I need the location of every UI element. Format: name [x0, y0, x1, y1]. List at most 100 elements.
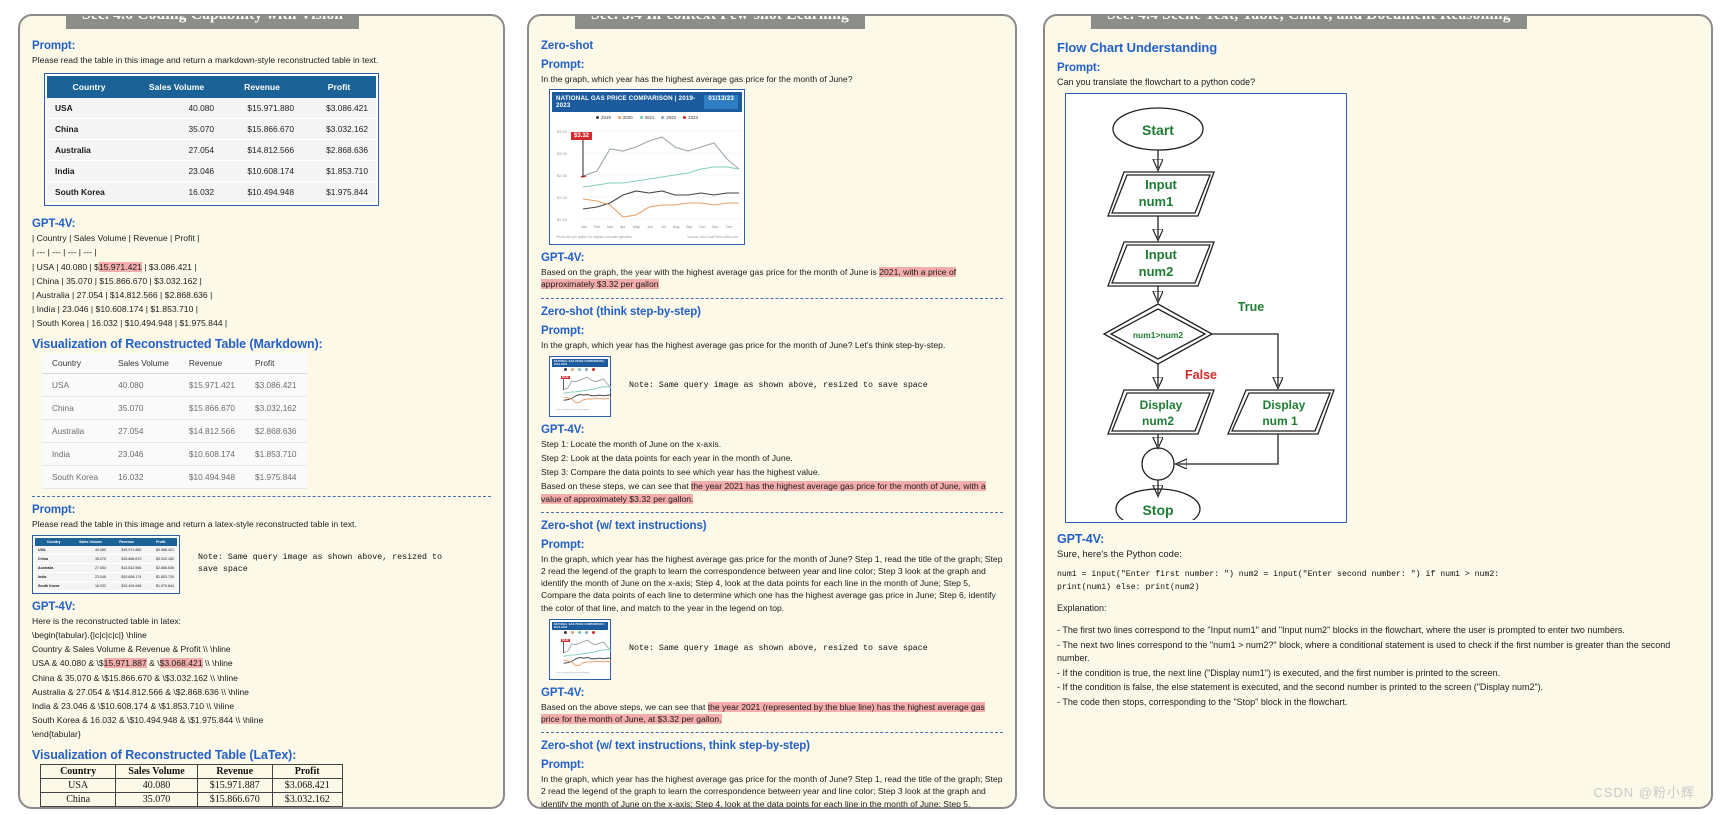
cell: $3.032.162: [144, 554, 177, 564]
cell: $15.971.880: [109, 545, 145, 555]
panel-title-middle: Sec. 3.4 In-context Few-shot Learning: [575, 16, 865, 29]
table-row: Australia 27.054 $14.812.566 $2.868.636: [35, 563, 177, 573]
latex-line-4-mid: & \: [146, 658, 160, 669]
panel-body-left: Prompt: Please read the table in this im…: [32, 40, 491, 807]
svg-text:Jan: Jan: [581, 225, 587, 229]
gpt4v-label-right: GPT-4V:: [1057, 531, 1105, 546]
cell: $14.812.566: [109, 563, 145, 573]
svg-text:Jul: Jul: [661, 225, 666, 229]
section-divider: [32, 495, 491, 497]
viz-markdown-label: Visualization of Reconstructed Table (Ma…: [32, 336, 323, 351]
resized-query-row: Country Sales Volume Revenue Profit USA …: [32, 534, 491, 594]
answer-s3: Based on the above steps, we can see tha…: [541, 701, 1003, 725]
explanation-item-5: - The code then stops, corresponding to …: [1057, 696, 1348, 707]
gpt4v-label-s3: GPT-4V:: [541, 686, 585, 699]
table-header-row: Country Sales Volume Revenue Profit: [47, 76, 376, 99]
col-sales-volume: Sales Volume: [131, 76, 223, 99]
svg-text:False: False: [1185, 368, 1217, 382]
md-line-5: | Australia | 27.054 | $14.812.566 | $2.…: [32, 290, 213, 301]
cell: $15.971.880: [222, 98, 302, 120]
cell: $15.866.670: [196, 791, 273, 807]
legend-2020: 2020: [617, 115, 633, 120]
cell: 27.054: [115, 805, 198, 807]
cell: China: [39, 791, 117, 807]
col-revenue: Revenue: [222, 76, 302, 99]
cell: $1.975.844: [245, 465, 307, 489]
chart-footer-left: Prices are per gallon for regular unlead…: [556, 235, 632, 240]
cell: $1.975.844: [144, 581, 177, 591]
panel-body-right: Flow Chart Understanding Prompt: Can you…: [1057, 40, 1699, 709]
gpt4v-label-s2: GPT-4V:: [541, 423, 585, 436]
cell: $2.868.636: [144, 563, 177, 573]
cell: Australia: [47, 139, 132, 162]
col-sales-volume: Sales Volume: [72, 537, 110, 546]
latex-line-7: India & 23.046 & \$10.608.174 & \$1.853.…: [32, 701, 235, 712]
cell: $2.868.636: [271, 805, 343, 807]
prompt-text-s4: In the graph, which year has the highest…: [541, 774, 1003, 809]
cell: $15.866.670: [109, 554, 145, 564]
cell: Australia: [35, 563, 73, 573]
md-line-3-post: | $3.086.421 |: [141, 261, 197, 272]
col-sales-volume: Sales Volume: [115, 763, 198, 779]
latex-line-4: USA & 40.080 & \$15.971.887 & \$3.068.42…: [32, 657, 491, 669]
cell: 23.046: [72, 572, 110, 582]
cell: 40.080: [131, 98, 223, 120]
chart-header: NATIONAL GAS PRICE COMPARISON | 2019-202…: [552, 92, 742, 113]
svg-text:Mar: Mar: [607, 225, 614, 229]
latex-line-1: Here is the reconstructed table in latex…: [32, 615, 182, 626]
svg-text:Stop: Stop: [1142, 502, 1173, 518]
gpt4v-label-2: GPT-4V:: [32, 600, 76, 613]
table-row: South Korea 16.032 $10.494.948 $1.975.84…: [42, 465, 307, 489]
zero-shot-head: Zero-shot: [541, 40, 594, 52]
md-line-4: | China | 35.070 | $15.866.670 | $3.032.…: [32, 275, 202, 286]
explanation-item-3: - If the condition is true, the next lin…: [1057, 667, 1501, 678]
flow-chart-understanding-head: Flow Chart Understanding: [1057, 40, 1218, 55]
conclusion-s2-pre: Based on these steps, we can see that: [541, 481, 692, 492]
step-2-s2: Step 2: Look at the data points for each…: [541, 453, 793, 464]
cell: 27.054: [131, 139, 223, 162]
svg-text:$2.00: $2.00: [557, 195, 568, 200]
section-divider: [541, 511, 1003, 513]
step-1-s2: Step 1: Locate the month of June on the …: [541, 438, 722, 449]
md-line-1: | Country | Sales Volume | Revenue | Pro…: [32, 233, 200, 244]
table-row: USA 40.080 $15.971.421 $3.086.421: [42, 373, 307, 397]
chart-annotation-badge: $3.32: [561, 375, 570, 379]
table-row: China 35.070 $15.866.670 $3.032.162: [42, 396, 307, 420]
svg-text:$1.50: $1.50: [557, 217, 568, 222]
latex-line-2: \begin{tabular}.{|c|c|c|c|} \hline: [32, 630, 147, 641]
latex-line-4-highlight-1: 15.971.887: [103, 658, 147, 669]
latex-line-3: Country & Sales Volume & Revenue & Profi…: [32, 644, 231, 655]
section-divider: [541, 732, 1003, 734]
cell: $2.868.636: [245, 419, 307, 443]
cell: $3.032.162: [302, 118, 376, 141]
cell: $15.971.421: [178, 373, 246, 397]
prompt-text-1: Please read the table in this image and …: [32, 55, 379, 65]
cell: $1.975.844: [302, 181, 376, 204]
legend-2019: 2019: [596, 115, 611, 120]
cell: USA: [35, 545, 73, 555]
cell: $15.971.887: [196, 777, 273, 793]
section-divider: [541, 297, 1003, 299]
svg-text:May: May: [633, 225, 640, 229]
code-line-1: num1 = input("Enter first number: ") num…: [1057, 570, 1500, 580]
table-row: USA 40.080 $15.971.880 $3.086.421: [47, 98, 376, 120]
svg-text:True: True: [1238, 300, 1264, 314]
table-header-row: Country Sales Volume Revenue Profit: [39, 763, 343, 779]
chart-header: NATIONAL GAS PRICE COMPARISON | 2019-202…: [552, 621, 608, 630]
cell: $10.494.948: [178, 465, 246, 489]
col-profit: Profit: [302, 76, 376, 99]
resize-note-1: Note: Same query image as shown above, r…: [198, 553, 442, 575]
cell: India: [35, 572, 73, 582]
panel-title-left: Sec. 4.6 Coding Capability with Vision: [66, 16, 360, 29]
cell: $3.032.162: [271, 791, 343, 807]
cell: $10.608.174: [109, 572, 145, 582]
answer-s1: Based on the graph, the year with the hi…: [541, 266, 1003, 290]
gpt4v-label-s1: GPT-4V:: [541, 252, 585, 265]
latex-line-4-highlight-2: $3.068.421: [159, 658, 203, 669]
explanation-item-1: - The first two lines correspond to the …: [1057, 625, 1625, 636]
md-line-2: | --- | --- | --- | --- |: [32, 247, 97, 258]
flow-start-label: Start: [1142, 122, 1174, 138]
cell: 16.032: [72, 581, 110, 591]
chart-footer: Prices are per gallon for regular unlead…: [556, 672, 590, 674]
cell: 27.054: [108, 419, 179, 443]
